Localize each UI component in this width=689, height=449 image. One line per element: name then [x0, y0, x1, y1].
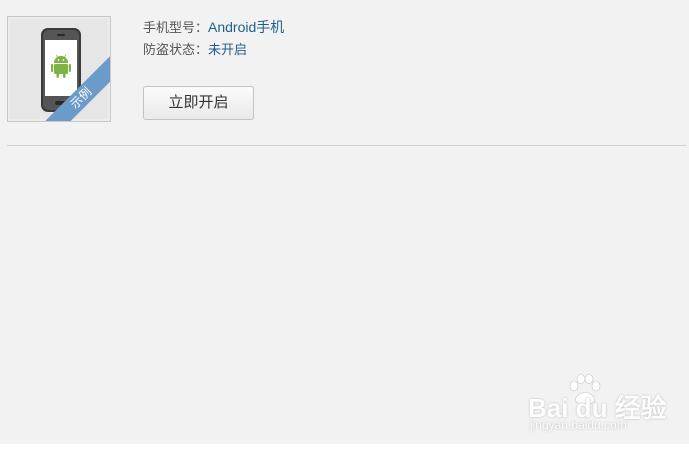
baidu-jingyan-watermark: Bai du 经验 jingyan.baidu.com [528, 374, 667, 432]
status-value: 未开启 [208, 42, 248, 57]
device-thumbnail: 示例 [7, 16, 111, 122]
antitheft-panel: 示例 手机型号：Android手机 防盗状态：未开启 立即开启 Bai du 经… [0, 0, 689, 444]
status-label: 防盗状态： [143, 42, 209, 57]
divider [7, 145, 686, 146]
watermark-url: jingyan.baidu.com [530, 418, 627, 432]
model-row: 手机型号：Android手机 [143, 16, 284, 39]
model-value: Android手机 [208, 19, 285, 35]
device-info: 手机型号：Android手机 防盗状态：未开启 [143, 16, 284, 61]
status-row: 防盗状态：未开启 [143, 39, 284, 61]
enable-now-button[interactable]: 立即开启 [143, 86, 254, 120]
model-label: 手机型号： [143, 20, 209, 35]
